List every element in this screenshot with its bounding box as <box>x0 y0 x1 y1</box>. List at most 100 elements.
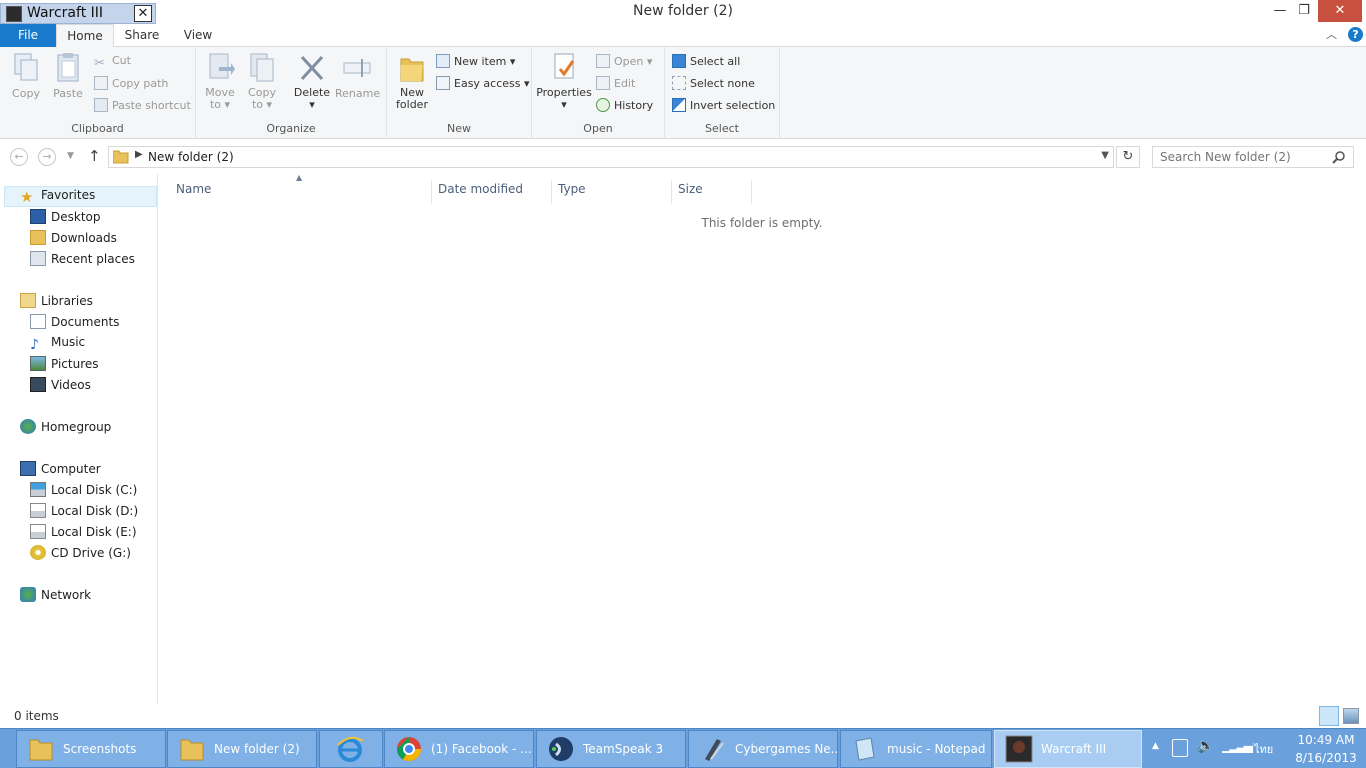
search-input[interactable] <box>1152 146 1354 168</box>
tab-view[interactable]: View <box>174 24 222 47</box>
taskbar-item-teamspeak[interactable]: TeamSpeak 3 <box>536 730 686 768</box>
power-battery-icon[interactable] <box>1172 739 1188 757</box>
show-hidden-icons-chevron-icon[interactable]: ▲ <box>1152 741 1159 751</box>
large-icons-view-icon[interactable] <box>1343 708 1359 724</box>
window-title: New folder (2) <box>633 3 733 19</box>
copy-label: Copy <box>12 87 40 100</box>
windows-drive-icon <box>30 482 46 497</box>
nav-disk-e[interactable]: Local Disk (E:) <box>30 524 137 544</box>
nav-computer[interactable]: Computer <box>20 461 101 481</box>
tab-home[interactable]: Home <box>56 24 114 48</box>
nav-music[interactable]: ♪ Music <box>30 335 85 355</box>
edit-button[interactable]: Edit <box>596 76 635 96</box>
organize-group: Move to ▾ Copy to ▾ Delete ▾ Rename Organiz… <box>196 47 387 139</box>
nav-cd-drive[interactable]: CD Drive (G:) <box>30 545 131 565</box>
column-size-header[interactable]: Size <box>672 180 752 204</box>
nav-videos[interactable]: Videos <box>30 377 91 397</box>
volume-speaker-icon[interactable]: 🔈 <box>1197 738 1214 754</box>
copy-to-label: Copy to ▾ <box>248 86 276 111</box>
search-icon[interactable] <box>1332 150 1346 164</box>
breadcrumb-current[interactable]: New folder (2) <box>148 150 234 164</box>
nav-documents[interactable]: Documents <box>30 314 119 334</box>
scissors-icon: ✂ <box>94 56 105 71</box>
taskbar-item-internet-explorer[interactable] <box>319 730 383 768</box>
warcraft-icon <box>6 6 22 22</box>
forward-arrow-icon[interactable]: → <box>38 148 56 166</box>
open-button[interactable]: Open ▾ <box>596 54 652 74</box>
taskbar-item-chrome-facebook[interactable]: (1) Facebook - ... <box>384 730 534 768</box>
warcraft-overlay-tab[interactable]: Warcraft III ✕ <box>0 3 156 24</box>
taskbar-item-screenshots[interactable]: Screenshots <box>16 730 166 768</box>
sort-ascending-icon: ▲ <box>296 173 303 182</box>
new-folder-button[interactable]: New folder <box>391 51 433 111</box>
restore-button[interactable]: ❐ <box>1290 0 1318 22</box>
taskbar-item-cybergames[interactable]: Cybergames Ne... <box>688 730 838 768</box>
column-date-modified-header[interactable]: Date modified <box>432 180 552 204</box>
details-view-icon[interactable] <box>1319 706 1339 726</box>
new-item-button[interactable]: New item ▾ <box>436 54 515 74</box>
easy-access-button[interactable]: Easy access ▾ <box>436 76 530 96</box>
copy-to-button[interactable]: Copy to ▾ <box>241 51 283 111</box>
new-folder-label: New folder <box>396 86 428 111</box>
new-item-icon <box>436 54 450 68</box>
copy-to-icon <box>250 53 274 82</box>
nav-recent-places[interactable]: Recent places <box>30 251 135 271</box>
copy-path-button[interactable]: Copy path <box>94 76 168 96</box>
select-all-button[interactable]: Select all <box>672 54 740 74</box>
invert-selection-icon <box>672 98 686 112</box>
nav-downloads[interactable]: Downloads <box>30 230 117 250</box>
cut-button[interactable]: ✂ Cut <box>94 54 131 74</box>
column-name-header[interactable]: Name <box>170 180 432 204</box>
nav-favorites[interactable]: ★ Favorites <box>20 188 95 208</box>
rename-button[interactable]: Rename <box>335 51 380 100</box>
select-none-button[interactable]: Select none <box>672 76 755 96</box>
nav-libraries[interactable]: Libraries <box>20 293 93 313</box>
taskbar-item-new-folder[interactable]: New folder (2) <box>167 730 317 768</box>
paste-shortcut-button[interactable]: Paste shortcut <box>94 98 191 118</box>
invert-selection-button[interactable]: Invert selection <box>672 98 775 118</box>
properties-button[interactable]: Properties ▾ <box>536 51 592 111</box>
properties-label: Properties ▾ <box>536 86 592 111</box>
address-bar[interactable]: ▶ New folder (2) ▼ <box>108 146 1114 168</box>
help-icon[interactable]: ? <box>1348 27 1363 42</box>
recent-locations-chevron-icon[interactable]: ▼ <box>67 151 74 161</box>
paste-button[interactable]: Paste <box>47 51 89 100</box>
select-none-label: Select none <box>690 77 755 90</box>
folder-icon <box>29 739 53 761</box>
copy-button[interactable]: Copy <box>5 51 47 100</box>
column-type-header[interactable]: Type <box>552 180 672 204</box>
nav-disk-c[interactable]: Local Disk (C:) <box>30 482 137 502</box>
folder-icon <box>180 739 204 761</box>
nav-disk-d[interactable]: Local Disk (D:) <box>30 503 138 523</box>
notepad-icon <box>855 737 875 761</box>
overlay-close-button[interactable]: ✕ <box>134 5 152 22</box>
tab-share[interactable]: Share <box>118 24 166 47</box>
open-group: Properties ▾ Open ▾ Edit History Open <box>532 47 665 139</box>
signal-strength-icon[interactable]: ▁▂▃▄ <box>1222 739 1253 753</box>
tab-file[interactable]: File <box>0 24 56 47</box>
input-language-indicator[interactable]: ไทย <box>1254 740 1273 758</box>
up-arrow-icon[interactable]: ↑ <box>88 147 101 165</box>
move-to-button[interactable]: Move to ▾ <box>199 51 241 111</box>
clock-date[interactable]: 8/16/2013 <box>1288 751 1364 765</box>
collapse-ribbon-chevron-icon[interactable]: ︿ <box>1326 26 1337 42</box>
address-dropdown-icon[interactable]: ▼ <box>1101 150 1109 161</box>
clock-time[interactable]: 10:49 AM <box>1296 733 1356 747</box>
delete-button[interactable]: Delete ▾ <box>291 51 333 111</box>
nav-pictures[interactable]: Pictures <box>30 356 99 376</box>
nav-homegroup[interactable]: Homegroup <box>20 419 111 439</box>
videos-film-icon <box>30 377 46 392</box>
music-note-icon: ♪ <box>30 337 39 353</box>
nav-desktop[interactable]: Desktop <box>30 209 101 229</box>
history-button[interactable]: History <box>596 98 653 118</box>
nav-network[interactable]: Network <box>20 587 91 607</box>
taskbar-item-notepad[interactable]: music - Notepad <box>840 730 992 768</box>
taskbar-item-warcraft[interactable]: Warcraft III <box>994 730 1142 768</box>
back-arrow-icon[interactable]: ← <box>10 148 28 166</box>
breadcrumb-separator-icon[interactable]: ▶ <box>135 149 143 160</box>
refresh-icon[interactable]: ↻ <box>1116 146 1140 168</box>
close-button[interactable]: ✕ <box>1318 0 1362 22</box>
network-icon <box>20 587 36 602</box>
new-folder-icon <box>400 58 424 82</box>
clipboard-group: Copy Paste ✂ Cut Copy path Paste shortcut… <box>0 47 196 139</box>
